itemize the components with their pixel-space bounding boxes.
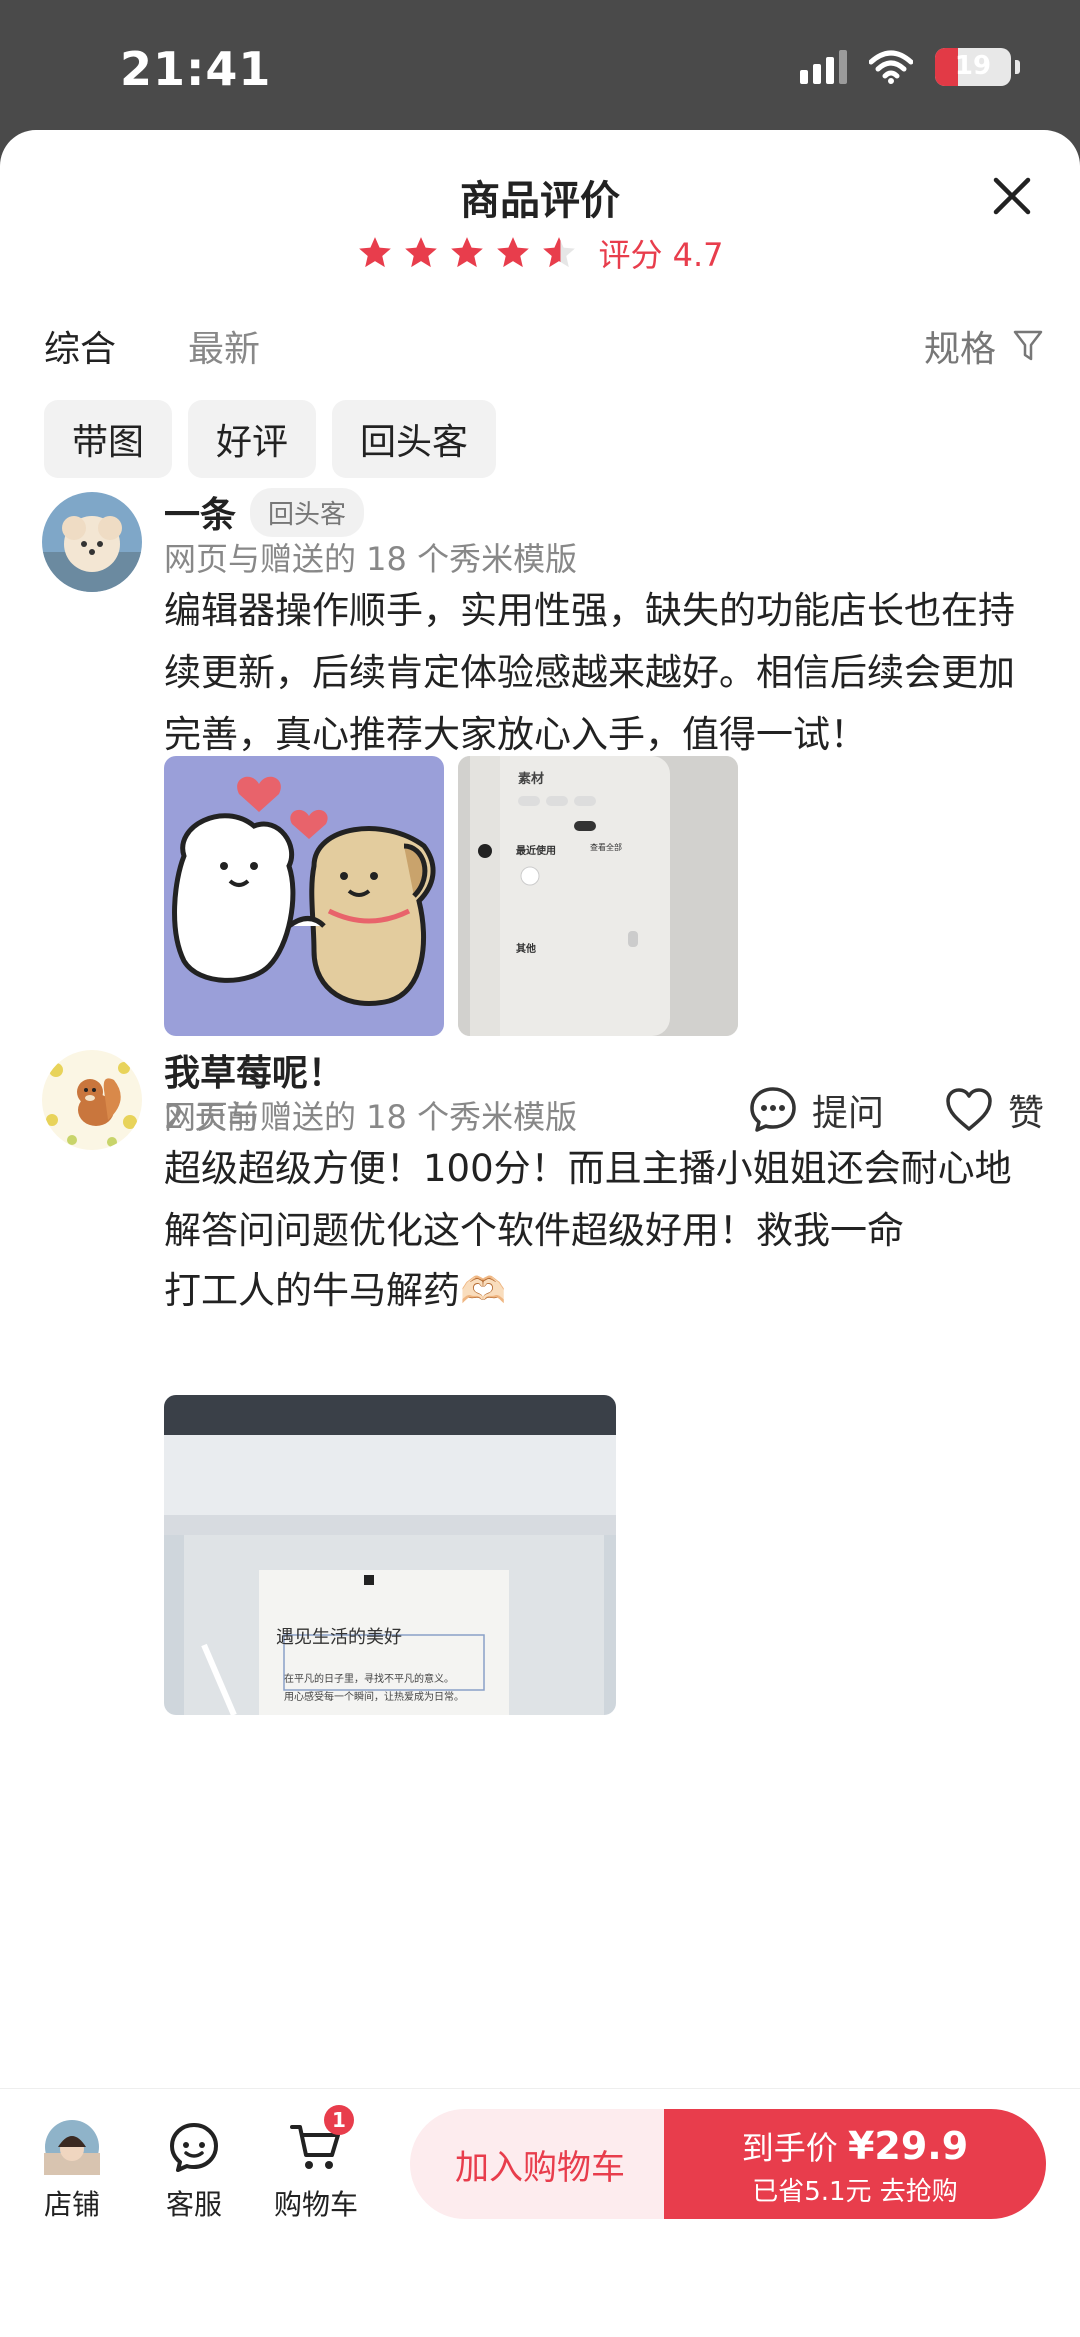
sheet-header: 商品评价 评分 4.7 — [0, 130, 1080, 280]
tab-bar: 综合 最新 规格 — [0, 308, 1080, 388]
reviewer-row: 我草莓呢！ — [164, 1050, 344, 1094]
like-label: 赞 — [1007, 1093, 1044, 1134]
star-icon — [359, 237, 392, 268]
buy-price-line: 到手价 ¥29.9 — [664, 2123, 1046, 2169]
star-icon — [497, 237, 530, 268]
wifi-icon — [869, 50, 913, 84]
like-button[interactable]: 赞 — [944, 1084, 1044, 1136]
returning-badge: 回头客 — [250, 487, 365, 537]
rating-score: 评分 4.7 — [598, 236, 724, 274]
review-photo[interactable]: 素材 最近使用 查看全部 其他 — [458, 756, 738, 1036]
photo-caption: 查看全部 — [590, 843, 622, 852]
star-icon — [451, 237, 484, 268]
page-title: 商品评价 — [460, 178, 620, 224]
photo-caption: 最近使用 — [516, 846, 556, 857]
review-photo[interactable]: 遇见生活的美好 在平凡的日子里，寻找不平凡的意义。 用心感受每一个瞬间，让热爱成… — [164, 1395, 616, 1715]
tab-overall[interactable]: 综合 — [44, 320, 116, 372]
avatar[interactable] — [42, 1050, 142, 1150]
photo-caption: 遇见生活的美好 — [276, 1627, 402, 1648]
cart-count-badge: 1 — [324, 2105, 354, 2135]
cart-label: 购物车 — [273, 2188, 358, 2221]
close-icon[interactable] — [984, 168, 1040, 224]
avatar[interactable] — [42, 492, 142, 592]
saved-text: 已省5.1元 去抢购 — [752, 2177, 958, 2207]
buy-now-button[interactable]: 到手价 ¥29.9 已省5.1元 去抢购 — [664, 2109, 1046, 2219]
battery-level: 19 — [954, 51, 992, 81]
chat-bubble-icon — [750, 1087, 796, 1132]
purchased-spec: 网页与赠送的 18 个秀米模版 — [164, 540, 578, 578]
reviewer-name: 我草莓呢！ — [164, 1053, 345, 1094]
review-photo[interactable] — [164, 756, 444, 1036]
ask-button[interactable]: 提问 — [748, 1084, 884, 1136]
shop-button[interactable]: 店铺 — [22, 2119, 122, 2223]
review-photos: 素材 最近使用 查看全部 其他 — [164, 756, 738, 1036]
bottom-action-bar: 店铺 客服 1 购物车 加入购物车 到手价 ¥29.9 已省5.1元 去抢购 — [0, 2088, 1080, 2337]
filter-icon — [1013, 330, 1043, 361]
shop-avatar-icon — [44, 2120, 100, 2175]
signal-icon — [800, 50, 847, 84]
spec-filter[interactable]: 规格 — [924, 320, 1044, 372]
status-icons: 19 — [800, 48, 1020, 86]
status-bar: 21:41 19 — [0, 0, 1080, 130]
service-label: 客服 — [165, 2188, 222, 2221]
photo-caption: 素材 — [518, 772, 545, 787]
chip-positive[interactable]: 好评 — [188, 400, 317, 478]
review-photos: 遇见生活的美好 在平凡的日子里，寻找不平凡的意义。 用心感受每一个瞬间，让热爱成… — [164, 1395, 616, 1715]
purchased-spec: 网页与赠送的 18 个秀米模版 — [164, 1098, 578, 1136]
heart-icon — [946, 1088, 992, 1131]
photo-caption: 其他 — [516, 944, 536, 955]
status-time: 21:41 — [120, 42, 272, 96]
customer-service-icon — [170, 2123, 218, 2172]
cart-icon-wrap: 1 — [288, 2105, 354, 2175]
reviewer-row: 一条 回头客 — [164, 487, 365, 537]
tab-latest[interactable]: 最新 — [188, 320, 260, 372]
price-value: ¥29.9 — [847, 2124, 969, 2168]
chip-returning[interactable]: 回头客 — [332, 400, 497, 478]
reviews-sheet: 商品评价 评分 4.7 综合 最新 规格 带图 好评 回头客 一条 回头客 网页… — [0, 130, 1080, 2337]
price-label: 到手价 — [741, 2129, 838, 2167]
spec-filter-label: 规格 — [923, 329, 996, 370]
chip-with-photo[interactable]: 带图 — [44, 400, 173, 478]
cart-button[interactable]: 1 购物车 — [266, 2105, 366, 2223]
ask-label: 提问 — [811, 1093, 884, 1134]
battery-icon: 19 — [935, 48, 1011, 86]
half-star-icon — [543, 237, 576, 268]
battery-cap — [1015, 60, 1020, 74]
add-to-cart-button[interactable]: 加入购物车 — [410, 2109, 670, 2219]
filter-chips: 带图 好评 回头客 — [44, 400, 497, 478]
photo-caption: 在平凡的日子里，寻找不平凡的意义。 — [284, 1674, 454, 1685]
rating-row: 评分 4.7 — [0, 230, 1080, 276]
service-button[interactable]: 客服 — [144, 2119, 244, 2223]
photo-caption: 用心感受每一个瞬间，让热爱成为日常。 — [284, 1692, 464, 1703]
review-text: 编辑器操作顺手，实用性强，缺失的功能店长也在持续更新，后续肯定体验感越来越好。相… — [164, 589, 1015, 756]
star-icon — [405, 237, 438, 268]
review-text: 超级超级方便！100分！而且主播小姐姐还会耐心地解答问问题优化这个软件超级好用！… — [164, 1147, 1012, 1252]
shop-label: 店铺 — [43, 2188, 100, 2221]
reviewer-name: 一条 — [164, 495, 237, 536]
review-text-line: 打工人的牛马解药🫶🏻 — [164, 1269, 507, 1312]
review-actions: 提问 赞 — [748, 1084, 1044, 1136]
